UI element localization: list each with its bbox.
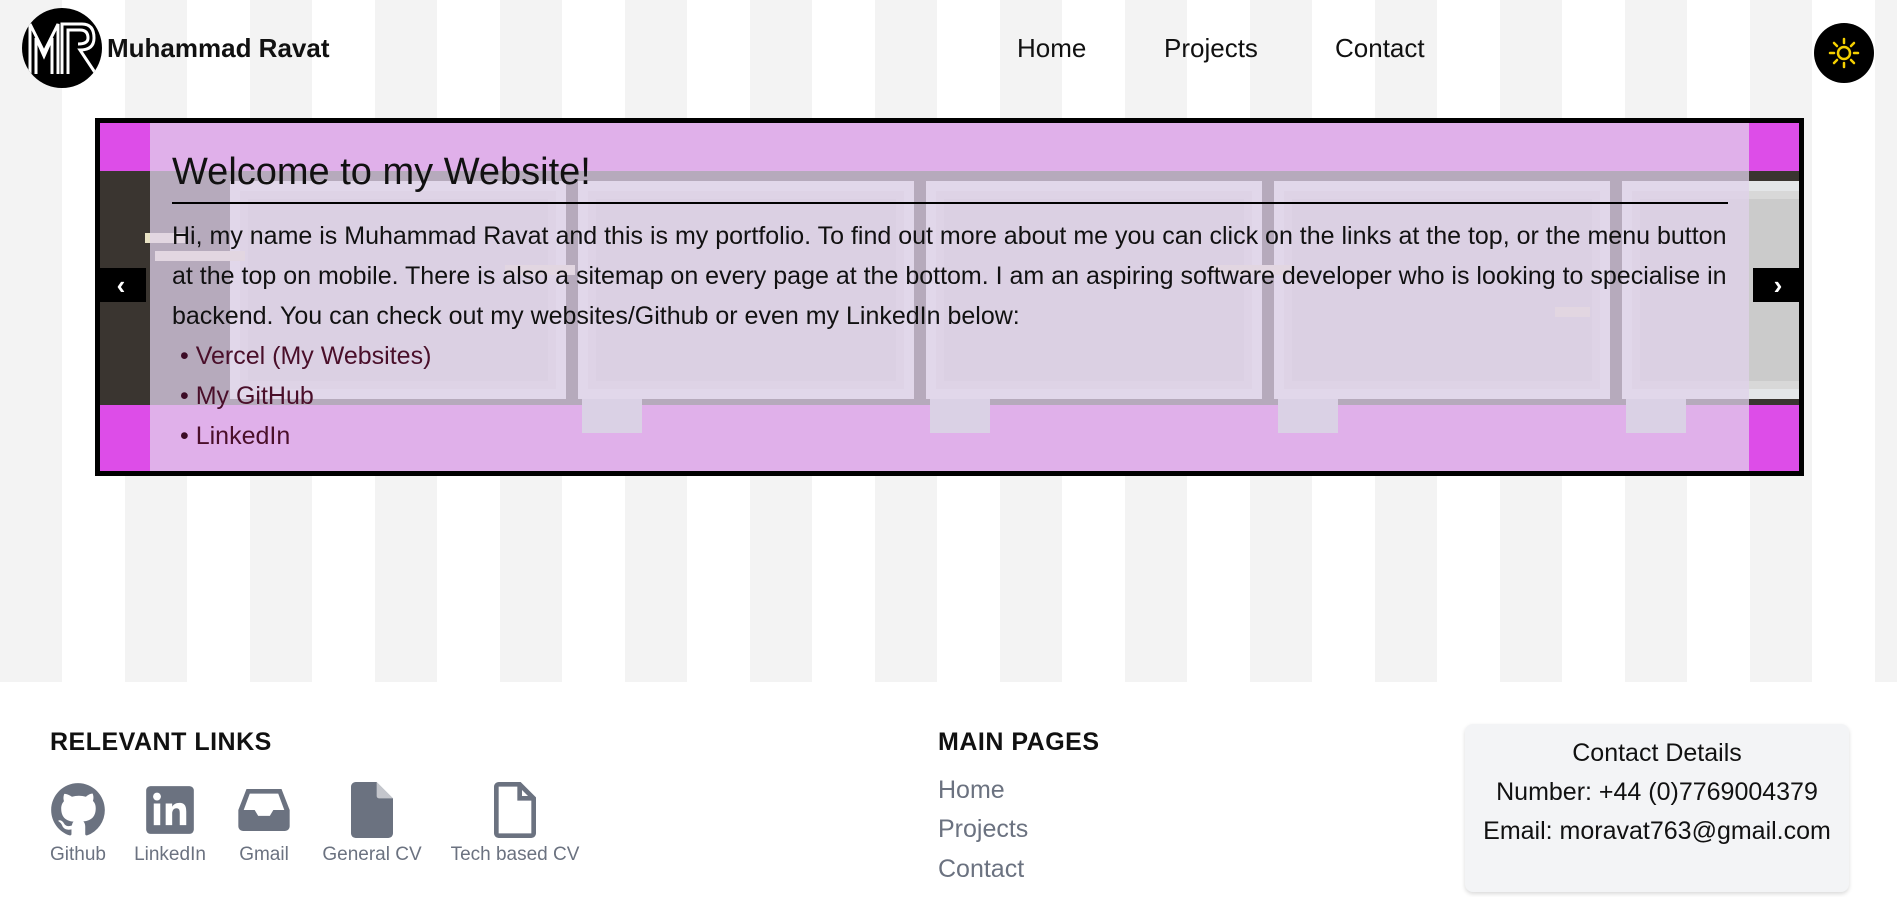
footer-link-label: LinkedIn: [134, 844, 206, 865]
file-outline-icon: [494, 782, 536, 838]
vercel-link[interactable]: Vercel (My Websites): [196, 342, 432, 370]
contact-title: Contact Details: [1572, 739, 1742, 767]
site-footer: RELEVANT LINKS Github LinkedIn Gmail Gen…: [0, 682, 1897, 897]
theme-toggle-button[interactable]: [1814, 23, 1874, 83]
linkedin-link[interactable]: LinkedIn: [196, 422, 291, 450]
nav-projects[interactable]: Projects: [1164, 33, 1258, 64]
footer-tech-cv-link[interactable]: Tech based CV: [450, 782, 580, 866]
slide-content: Welcome to my Website! Hi, my name is Mu…: [172, 151, 1732, 456]
footer-page-home[interactable]: Home: [938, 776, 1005, 805]
footer-github-link[interactable]: Github: [48, 782, 108, 866]
logo-mark-icon: [28, 22, 98, 75]
footer-link-label: General CV: [322, 844, 422, 865]
footer-link-label: Tech based CV: [450, 844, 580, 865]
list-item: Vercel (My Websites): [180, 336, 1732, 376]
file-filled-icon: [351, 782, 393, 838]
github-link[interactable]: My GitHub: [196, 382, 314, 410]
slide-intro: Hi, my name is Muhammad Ravat and this i…: [172, 222, 1727, 330]
footer-linkedin-link[interactable]: LinkedIn: [132, 782, 208, 866]
hero-carousel: Welcome to my Website! Hi, my name is Mu…: [95, 118, 1804, 476]
slide-title: Welcome to my Website!: [172, 151, 1728, 204]
contact-email: Email: moravat763@gmail.com: [1483, 817, 1831, 845]
footer-gmail-link[interactable]: Gmail: [234, 782, 294, 866]
contact-details-card: Contact Details Number: +44 (0)776900437…: [1465, 724, 1849, 892]
sun-icon: [1828, 37, 1860, 69]
slide-link-list: Vercel (My Websites) My GitHub LinkedIn: [172, 336, 1732, 456]
footer-general-cv-link[interactable]: General CV: [320, 782, 424, 866]
inbox-icon: [238, 789, 290, 831]
nav-home[interactable]: Home: [1017, 33, 1086, 64]
relevant-links-title: RELEVANT LINKS: [50, 728, 272, 756]
logo[interactable]: [22, 8, 102, 88]
github-icon: [51, 783, 105, 836]
brand-name: Muhammad Ravat: [107, 33, 330, 63]
contact-number: Number: +44 (0)7769004379: [1496, 778, 1818, 806]
footer-page-projects[interactable]: Projects: [938, 815, 1028, 844]
list-item: LinkedIn: [180, 416, 1732, 456]
main-pages-title: MAIN PAGES: [938, 728, 1100, 756]
nav-contact[interactable]: Contact: [1335, 33, 1425, 64]
footer-link-label: Github: [50, 844, 106, 865]
footer-page-contact[interactable]: Contact: [938, 855, 1024, 884]
linkedin-icon: [146, 786, 194, 834]
carousel-prev-button[interactable]: ‹: [96, 268, 146, 302]
footer-link-label: Gmail: [239, 844, 289, 865]
site-header: Muhammad Ravat Home Projects Contact: [0, 0, 1897, 96]
carousel-next-button[interactable]: ›: [1753, 268, 1803, 302]
list-item: My GitHub: [180, 376, 1732, 416]
